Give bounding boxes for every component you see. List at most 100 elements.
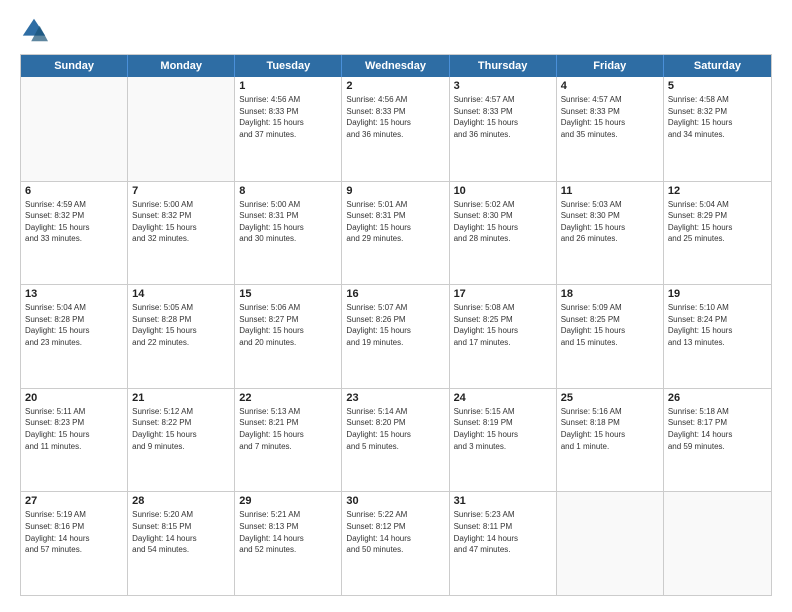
day-of-week-sunday: Sunday	[21, 55, 128, 77]
day-number: 30	[346, 495, 444, 507]
day-of-week-friday: Friday	[557, 55, 664, 77]
day-info: Sunrise: 5:04 AM Sunset: 8:28 PM Dayligh…	[25, 302, 123, 348]
day-info: Sunrise: 5:14 AM Sunset: 8:20 PM Dayligh…	[346, 406, 444, 452]
page: SundayMondayTuesdayWednesdayThursdayFrid…	[0, 0, 792, 612]
day-number: 22	[239, 392, 337, 404]
day-cell-8: 8 Sunrise: 5:00 AM Sunset: 8:31 PM Daylig…	[235, 182, 342, 285]
day-cell-10: 10 Sunrise: 5:02 AM Sunset: 8:30 PM Dayli…	[450, 182, 557, 285]
day-cell-17: 17 Sunrise: 5:08 AM Sunset: 8:25 PM Dayli…	[450, 285, 557, 388]
day-number: 8	[239, 185, 337, 197]
calendar-body: 1 Sunrise: 4:56 AM Sunset: 8:33 PM Daylig…	[21, 77, 771, 595]
logo	[20, 16, 52, 44]
day-number: 6	[25, 185, 123, 197]
day-info: Sunrise: 5:13 AM Sunset: 8:21 PM Dayligh…	[239, 406, 337, 452]
empty-cell	[128, 77, 235, 181]
day-number: 18	[561, 288, 659, 300]
day-number: 31	[454, 495, 552, 507]
day-of-week-monday: Monday	[128, 55, 235, 77]
day-of-week-wednesday: Wednesday	[342, 55, 449, 77]
day-number: 21	[132, 392, 230, 404]
day-number: 29	[239, 495, 337, 507]
day-cell-24: 24 Sunrise: 5:15 AM Sunset: 8:19 PM Dayli…	[450, 389, 557, 492]
day-info: Sunrise: 5:10 AM Sunset: 8:24 PM Dayligh…	[668, 302, 767, 348]
empty-cell	[664, 492, 771, 595]
day-info: Sunrise: 4:59 AM Sunset: 8:32 PM Dayligh…	[25, 199, 123, 245]
day-cell-3: 3 Sunrise: 4:57 AM Sunset: 8:33 PM Daylig…	[450, 77, 557, 181]
day-info: Sunrise: 5:12 AM Sunset: 8:22 PM Dayligh…	[132, 406, 230, 452]
day-cell-1: 1 Sunrise: 4:56 AM Sunset: 8:33 PM Daylig…	[235, 77, 342, 181]
day-of-week-thursday: Thursday	[450, 55, 557, 77]
calendar: SundayMondayTuesdayWednesdayThursdayFrid…	[20, 54, 772, 596]
day-info: Sunrise: 5:15 AM Sunset: 8:19 PM Dayligh…	[454, 406, 552, 452]
day-cell-5: 5 Sunrise: 4:58 AM Sunset: 8:32 PM Daylig…	[664, 77, 771, 181]
day-cell-11: 11 Sunrise: 5:03 AM Sunset: 8:30 PM Dayli…	[557, 182, 664, 285]
day-info: Sunrise: 4:56 AM Sunset: 8:33 PM Dayligh…	[346, 94, 444, 140]
day-number: 14	[132, 288, 230, 300]
day-cell-29: 29 Sunrise: 5:21 AM Sunset: 8:13 PM Dayli…	[235, 492, 342, 595]
day-number: 10	[454, 185, 552, 197]
day-cell-13: 13 Sunrise: 5:04 AM Sunset: 8:28 PM Dayli…	[21, 285, 128, 388]
day-cell-28: 28Sunrise: 5:20 AM Sunset: 8:15 PM Dayli…	[128, 492, 235, 595]
week-row-3: 13 Sunrise: 5:04 AM Sunset: 8:28 PM Dayli…	[21, 284, 771, 388]
day-cell-16: 16Sunrise: 5:07 AM Sunset: 8:26 PM Dayli…	[342, 285, 449, 388]
week-row-2: 6 Sunrise: 4:59 AM Sunset: 8:32 PM Daylig…	[21, 181, 771, 285]
day-info: Sunrise: 5:08 AM Sunset: 8:25 PM Dayligh…	[454, 302, 552, 348]
day-cell-6: 6 Sunrise: 4:59 AM Sunset: 8:32 PM Daylig…	[21, 182, 128, 285]
day-info: Sunrise: 4:57 AM Sunset: 8:33 PM Dayligh…	[454, 94, 552, 140]
day-number: 15	[239, 288, 337, 300]
day-cell-2: 2 Sunrise: 4:56 AM Sunset: 8:33 PM Daylig…	[342, 77, 449, 181]
day-cell-7: 7Sunrise: 5:00 AM Sunset: 8:32 PM Daylig…	[128, 182, 235, 285]
day-info: Sunrise: 5:21 AM Sunset: 8:13 PM Dayligh…	[239, 509, 337, 555]
week-row-4: 20Sunrise: 5:11 AM Sunset: 8:23 PM Dayli…	[21, 388, 771, 492]
day-info: Sunrise: 5:19 AM Sunset: 8:16 PM Dayligh…	[25, 509, 123, 555]
week-row-5: 27 Sunrise: 5:19 AM Sunset: 8:16 PM Dayli…	[21, 491, 771, 595]
day-number: 25	[561, 392, 659, 404]
day-cell-19: 19 Sunrise: 5:10 AM Sunset: 8:24 PM Dayli…	[664, 285, 771, 388]
day-info: Sunrise: 5:02 AM Sunset: 8:30 PM Dayligh…	[454, 199, 552, 245]
day-info: Sunrise: 5:23 AM Sunset: 8:11 PM Dayligh…	[454, 509, 552, 555]
day-info: Sunrise: 5:00 AM Sunset: 8:32 PM Dayligh…	[132, 199, 230, 245]
day-cell-26: 26 Sunrise: 5:18 AM Sunset: 8:17 PM Dayli…	[664, 389, 771, 492]
day-info: Sunrise: 5:01 AM Sunset: 8:31 PM Dayligh…	[346, 199, 444, 245]
day-cell-14: 14 Sunrise: 5:05 AM Sunset: 8:28 PM Dayli…	[128, 285, 235, 388]
day-cell-15: 15 Sunrise: 5:06 AM Sunset: 8:27 PM Dayli…	[235, 285, 342, 388]
day-number: 5	[668, 80, 767, 92]
day-info: Sunrise: 4:56 AM Sunset: 8:33 PM Dayligh…	[239, 94, 337, 140]
day-cell-20: 20Sunrise: 5:11 AM Sunset: 8:23 PM Dayli…	[21, 389, 128, 492]
day-cell-27: 27 Sunrise: 5:19 AM Sunset: 8:16 PM Dayli…	[21, 492, 128, 595]
day-number: 11	[561, 185, 659, 197]
empty-cell	[21, 77, 128, 181]
week-row-1: 1 Sunrise: 4:56 AM Sunset: 8:33 PM Daylig…	[21, 77, 771, 181]
day-cell-12: 12Sunrise: 5:04 AM Sunset: 8:29 PM Dayli…	[664, 182, 771, 285]
day-info: Sunrise: 5:00 AM Sunset: 8:31 PM Dayligh…	[239, 199, 337, 245]
day-number: 26	[668, 392, 767, 404]
day-number: 17	[454, 288, 552, 300]
day-number: 1	[239, 80, 337, 92]
day-cell-25: 25 Sunrise: 5:16 AM Sunset: 8:18 PM Dayli…	[557, 389, 664, 492]
day-number: 24	[454, 392, 552, 404]
empty-cell	[557, 492, 664, 595]
day-info: Sunrise: 5:20 AM Sunset: 8:15 PM Dayligh…	[132, 509, 230, 555]
day-number: 27	[25, 495, 123, 507]
day-info: Sunrise: 5:05 AM Sunset: 8:28 PM Dayligh…	[132, 302, 230, 348]
day-cell-9: 9Sunrise: 5:01 AM Sunset: 8:31 PM Daylig…	[342, 182, 449, 285]
day-cell-21: 21 Sunrise: 5:12 AM Sunset: 8:22 PM Dayli…	[128, 389, 235, 492]
day-info: Sunrise: 5:16 AM Sunset: 8:18 PM Dayligh…	[561, 406, 659, 452]
day-number: 2	[346, 80, 444, 92]
day-number: 12	[668, 185, 767, 197]
day-number: 13	[25, 288, 123, 300]
day-of-week-saturday: Saturday	[664, 55, 771, 77]
day-info: Sunrise: 5:03 AM Sunset: 8:30 PM Dayligh…	[561, 199, 659, 245]
day-info: Sunrise: 4:58 AM Sunset: 8:32 PM Dayligh…	[668, 94, 767, 140]
day-info: Sunrise: 5:06 AM Sunset: 8:27 PM Dayligh…	[239, 302, 337, 348]
day-cell-22: 22 Sunrise: 5:13 AM Sunset: 8:21 PM Dayli…	[235, 389, 342, 492]
day-number: 3	[454, 80, 552, 92]
header	[20, 16, 772, 44]
day-info: Sunrise: 5:22 AM Sunset: 8:12 PM Dayligh…	[346, 509, 444, 555]
day-number: 19	[668, 288, 767, 300]
day-info: Sunrise: 4:57 AM Sunset: 8:33 PM Dayligh…	[561, 94, 659, 140]
day-number: 16	[346, 288, 444, 300]
calendar-header: SundayMondayTuesdayWednesdayThursdayFrid…	[21, 55, 771, 77]
logo-icon	[20, 16, 48, 44]
day-info: Sunrise: 5:18 AM Sunset: 8:17 PM Dayligh…	[668, 406, 767, 452]
